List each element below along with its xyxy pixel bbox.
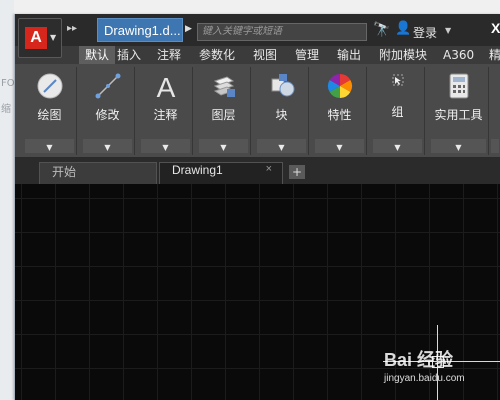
draw-icon (37, 73, 63, 99)
ribbon-group-draw[interactable]: 绘图 ▼ (23, 67, 77, 155)
ribbon-group-properties[interactable]: 特性 ▼ (313, 67, 367, 155)
chevron-down-icon[interactable]: ▼ (23, 143, 76, 152)
login-dropdown-icon[interactable]: ▼ (445, 26, 451, 35)
group-icon (392, 74, 404, 86)
ribbon-group-block[interactable]: 块 ▼ (255, 67, 309, 155)
tab-output[interactable]: 输出 (337, 46, 361, 64)
ribbon-group-layers[interactable]: 图层 ▼ (197, 67, 251, 155)
ribbon-panel: 绘图 ▼ 修改 ▼ A 注释 ▼ 图层 ▼ 块 ▼ 特性 ▼ 组 ▼ 实用工具 … (15, 64, 500, 158)
chevron-down-icon[interactable]: ▼ (429, 143, 488, 152)
modify-icon (95, 73, 121, 99)
block-icon (271, 74, 295, 97)
binoculars-icon[interactable]: 🔭 (373, 22, 390, 38)
application-menu-button[interactable]: A ▼ (18, 18, 62, 58)
file-tab-bar: 开始 Drawing1 × + (15, 158, 500, 184)
tab-featured[interactable]: 精 (489, 46, 500, 64)
tab-drawing1-label: Drawing1 (172, 163, 223, 177)
tab-view[interactable]: 视图 (253, 46, 277, 64)
ribbon-group-label: 组 (391, 105, 404, 119)
background-window-edge: FO 缩 (0, 0, 15, 400)
chevron-down-icon[interactable]: ▼ (313, 143, 366, 152)
ribbon-group-label: 实用工具 (434, 108, 483, 122)
svg-text:A: A (157, 72, 176, 101)
tab-annotate[interactable]: 注释 (157, 46, 181, 64)
autocad-window: ▸▸ Drawing1.d... ▶ 键入关键字或短语 🔭 👤 登录 ▼ X 默… (14, 14, 500, 400)
ribbon-group-label: 特性 (327, 108, 352, 122)
new-tab-button[interactable]: + (289, 165, 305, 179)
tab-drawing1[interactable]: Drawing1 × (159, 162, 283, 184)
chevron-down-icon[interactable]: ▼ (139, 143, 192, 152)
background-text-fragment: 缩 (1, 104, 11, 115)
exchange-icon[interactable]: X (491, 20, 500, 36)
chevron-down-icon[interactable]: ▼ (81, 143, 134, 152)
ribbon-group-label: 绘图 (37, 108, 62, 122)
ribbon-group-label: 图层 (211, 108, 236, 122)
ribbon-tab-bar: 默认 插入 注释 参数化 视图 管理 输出 附加模块 A360 精 (15, 46, 500, 64)
chevron-down-icon: ▼ (50, 33, 57, 42)
chevron-down-icon[interactable]: ▼ (255, 143, 308, 152)
autocad-logo-icon: A (25, 27, 47, 49)
ribbon-group-partial[interactable] (489, 67, 500, 155)
layers-icon (213, 76, 235, 97)
tab-addins[interactable]: 附加模块 (379, 46, 427, 64)
calculator-icon (449, 73, 469, 99)
ribbon-group-label: 修改 (95, 108, 120, 122)
ribbon-group-modify[interactable]: 修改 ▼ (81, 67, 135, 155)
tab-manage[interactable]: 管理 (295, 46, 319, 64)
ribbon-group-utilities[interactable]: 实用工具 ▼ (429, 67, 489, 155)
chevron-down-icon[interactable]: ▼ (197, 143, 250, 152)
watermark-brand: Bai 经验 (384, 350, 454, 370)
user-icon[interactable]: 👤 (395, 21, 411, 36)
group-expand-bar[interactable] (491, 139, 499, 153)
annotation-icon: A (157, 72, 176, 101)
document-tab-arrow-icon[interactable]: ▶ (185, 24, 192, 34)
ribbon-group-label: 注释 (153, 108, 178, 122)
close-icon[interactable]: × (266, 163, 272, 175)
ribbon-group-label: 块 (275, 108, 288, 122)
chevron-down-icon[interactable]: ▼ (371, 143, 424, 152)
background-text-fragment: FO (1, 78, 15, 89)
search-input[interactable]: 键入关键字或短语 (197, 23, 367, 41)
login-button[interactable]: 登录 (413, 24, 437, 41)
tab-default[interactable]: 默认 (79, 46, 116, 64)
ribbon-group-group[interactable]: 组 ▼ (371, 67, 425, 155)
ribbon-group-annotation[interactable]: A 注释 ▼ (139, 67, 193, 155)
properties-icon (327, 74, 353, 98)
title-bar: ▸▸ Drawing1.d... ▶ 键入关键字或短语 🔭 👤 登录 ▼ X (15, 14, 500, 46)
document-title-tab[interactable]: Drawing1.d... (97, 18, 183, 42)
watermark-url: jingyan.baidu.com (384, 373, 465, 384)
tab-insert[interactable]: 插入 (117, 46, 141, 64)
tab-a360[interactable]: A360 (443, 46, 474, 64)
tab-parametric[interactable]: 参数化 (199, 46, 235, 64)
quick-access-expand-icon[interactable]: ▸▸ (67, 23, 77, 34)
tab-start[interactable]: 开始 (39, 162, 157, 184)
